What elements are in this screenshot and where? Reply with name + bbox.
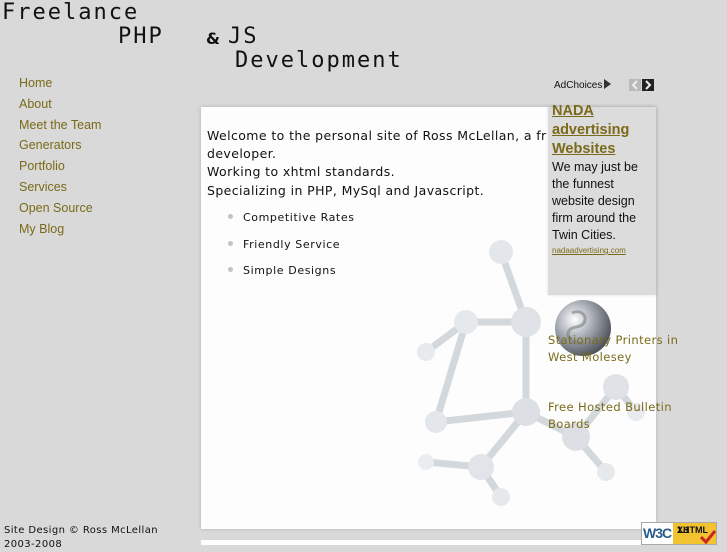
nav-item-about: About: [19, 93, 101, 114]
ad-title-link[interactable]: NADA advertising Websites: [552, 102, 652, 159]
feature-item: Friendly Service: [228, 237, 355, 264]
ad-navigation: [629, 79, 655, 98]
logo-php: PHP: [118, 24, 164, 49]
nav-link-portfolio[interactable]: Portfolio: [19, 159, 65, 173]
nav-item-blog: My Blog: [19, 218, 101, 239]
xhtml-version: 1.1: [677, 525, 690, 535]
feature-item: Competitive Rates: [228, 210, 355, 237]
w3c-xhtml-badge[interactable]: W3C XHTML 1.1: [641, 522, 717, 545]
footer-years: 2003-2008: [4, 539, 63, 550]
logo-freelance: Freelance: [2, 0, 140, 25]
adchoices-link[interactable]: AdChoices: [554, 79, 612, 91]
bullet-icon: [228, 240, 233, 246]
nav-link-meet-the-team[interactable]: Meet the Team: [19, 118, 101, 132]
feature-label: Competitive Rates: [243, 211, 355, 224]
bullet-icon: [228, 267, 233, 272]
nav-item-generators: Generators: [19, 134, 101, 155]
feature-list: Competitive Rates Friendly Service Simpl…: [228, 210, 355, 290]
sponsor-link-stationary-printers[interactable]: Stationary Printers in West Molesey: [548, 332, 698, 366]
nav-item-open-source: Open Source: [19, 197, 101, 218]
feature-label: Simple Designs: [243, 264, 337, 277]
chevron-left-icon: [631, 80, 638, 90]
feature-label: Friendly Service: [243, 237, 341, 251]
nav-link-about[interactable]: About: [19, 97, 52, 111]
main-nav: Home About Meet the Team Generators Port…: [19, 72, 101, 238]
footer-copyright: Site Design © Ross McLellan: [4, 525, 158, 536]
checkmark-icon: [700, 530, 716, 544]
nav-link-open-source[interactable]: Open Source: [19, 201, 93, 215]
ad-next-button[interactable]: [642, 79, 654, 91]
bullet-icon: [228, 214, 233, 219]
chevron-right-icon: [645, 80, 652, 90]
logo-ampersand: &: [206, 29, 220, 48]
nav-item-portfolio: Portfolio: [19, 155, 101, 176]
nav-link-generators[interactable]: Generators: [19, 138, 82, 152]
ad-body-text: We may just be the funnest website desig…: [552, 160, 638, 242]
nav-link-home[interactable]: Home: [19, 76, 52, 90]
feature-item: Simple Designs: [228, 263, 355, 290]
nav-link-services[interactable]: Services: [19, 180, 67, 194]
ad-prev-button[interactable]: [629, 79, 641, 91]
w3c-logo-text: W3C: [643, 525, 672, 541]
logo-js: JS: [228, 24, 259, 49]
nav-link-my-blog[interactable]: My Blog: [19, 222, 64, 236]
content-panel-bottom: [201, 540, 656, 545]
adchoices-icon: [604, 79, 612, 89]
nav-item-team: Meet the Team: [19, 114, 101, 135]
nav-item-services: Services: [19, 176, 101, 197]
nav-item-home: Home: [19, 72, 101, 93]
ad-url-link[interactable]: nadaadvertising.com: [552, 246, 626, 255]
footer: Site Design © Ross McLellan 2003-2008: [4, 524, 158, 552]
logo-development: Development: [235, 48, 403, 73]
sponsor-link-bulletin-boards[interactable]: Free Hosted Bulletin Boards: [548, 399, 698, 433]
adchoices-label: AdChoices: [554, 80, 603, 91]
